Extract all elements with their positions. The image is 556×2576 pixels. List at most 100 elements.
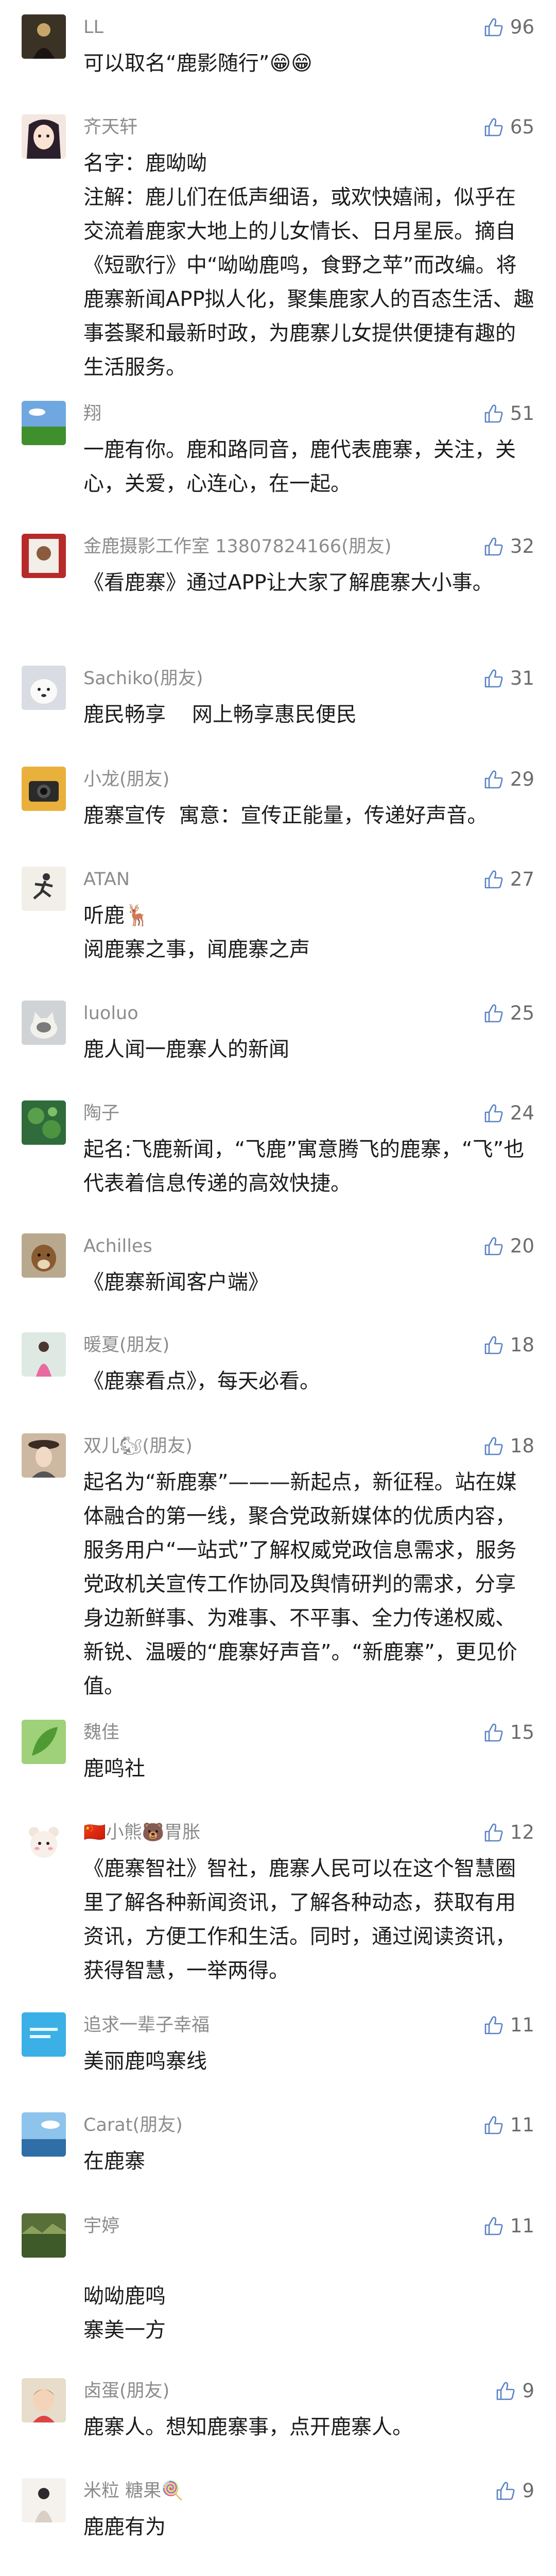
user-avatar[interactable] <box>22 1433 66 1478</box>
like-count: 32 <box>510 535 534 557</box>
user-avatar[interactable] <box>22 14 66 59</box>
like-button[interactable]: 9 <box>495 2479 534 2503</box>
user-avatar[interactable] <box>22 1001 66 1045</box>
thumbs-up-icon <box>483 1236 504 1257</box>
user-avatar[interactable] <box>22 1100 66 1145</box>
commenter-name[interactable]: Sachiko(朋友) <box>83 667 203 690</box>
like-count: 65 <box>510 116 534 138</box>
commenter-name[interactable]: 齐天轩 <box>83 115 137 139</box>
like-count: 24 <box>510 1102 534 1124</box>
thumbs-up-icon <box>483 403 504 424</box>
user-avatar[interactable] <box>22 2012 66 2057</box>
commenter-name[interactable]: Carat(朋友) <box>83 2113 183 2137</box>
user-avatar[interactable] <box>22 534 66 578</box>
like-count: 9 <box>522 2480 534 2502</box>
commenter-name[interactable]: 翔 <box>83 402 101 426</box>
like-button[interactable]: 25 <box>483 1002 534 1025</box>
thumbs-up-icon <box>483 117 504 138</box>
commenter-name[interactable]: 双儿🐿(朋友) <box>83 1434 193 1458</box>
thumbs-up-icon <box>483 769 504 790</box>
comment-text: 鹿寨宣传 寓意：宣传正能量，传递好声音。 <box>83 804 488 827</box>
user-avatar[interactable] <box>22 867 66 911</box>
like-count: 96 <box>510 16 534 38</box>
commenter-name[interactable]: 宇婷 <box>83 2214 119 2238</box>
like-button[interactable]: 31 <box>483 667 534 690</box>
thumbs-up-icon <box>483 536 504 557</box>
user-avatar[interactable] <box>22 666 66 710</box>
like-count: 11 <box>510 2014 534 2036</box>
commenter-name[interactable]: 小龙(朋友) <box>83 768 169 791</box>
comment-text: 《看鹿寨》通过APP让大家了解鹿寨大小事。 <box>83 571 493 595</box>
user-avatar[interactable] <box>22 1332 66 1377</box>
comment-text: 听鹿🦌 阅鹿寨之事，闻鹿寨之声 <box>83 904 310 961</box>
like-button[interactable]: 65 <box>483 115 534 139</box>
user-avatar[interactable] <box>22 2213 66 2258</box>
like-count: 15 <box>510 1721 534 1743</box>
comment-text: 可以取名“鹿影随行”😁😁 <box>83 52 312 75</box>
user-avatar[interactable] <box>22 2378 66 2422</box>
like-button[interactable]: 11 <box>483 2113 534 2137</box>
commenter-name[interactable]: luoluo <box>83 1002 138 1025</box>
commenter-name[interactable]: 卤蛋(朋友) <box>83 2379 169 2403</box>
like-button[interactable]: 11 <box>483 2214 534 2238</box>
commenter-name[interactable]: Achilles <box>83 1234 152 1258</box>
commenter-name[interactable]: LL <box>83 15 103 39</box>
thumbs-up-icon <box>483 2216 504 2236</box>
commenter-name[interactable]: 金鹿摄影工作室 13807824166(朋友) <box>83 535 391 558</box>
like-count: 11 <box>510 2215 534 2237</box>
like-count: 31 <box>510 667 534 689</box>
thumbs-up-icon <box>483 1822 504 1843</box>
commenter-name[interactable]: 陶子 <box>83 1101 119 1125</box>
user-avatar[interactable] <box>22 2112 66 2157</box>
commenter-name[interactable]: 魏佳 <box>83 1721 119 1744</box>
user-avatar[interactable] <box>22 2478 66 2522</box>
comment-text: 起名:飞鹿新闻，“飞鹿”寓意腾飞的鹿寨，“飞”也代表着信息传递的高效快捷。 <box>83 1138 525 1195</box>
like-button[interactable]: 51 <box>483 402 534 426</box>
comment-text: 一鹿有你。鹿和路同音，鹿代表鹿寨，关注，关心，关爱，心连心，在一起。 <box>83 438 516 496</box>
commenter-name[interactable]: 暖夏(朋友) <box>83 1333 169 1357</box>
commenter-name[interactable]: 🇨🇳小熊🐻胃胀 <box>83 1821 200 1844</box>
like-count: 12 <box>510 1821 534 1843</box>
like-button[interactable]: 11 <box>483 2013 534 2037</box>
comment-list: LL 96 可以取名“鹿影随行”😁😁 齐天轩 65 名字：鹿呦呦 注解：鹿儿们在低声细语，… <box>0 0 556 2576</box>
user-avatar[interactable] <box>22 1720 66 1764</box>
like-button[interactable]: 29 <box>483 768 534 791</box>
like-button[interactable]: 24 <box>483 1101 534 1125</box>
comment-text: 鹿民畅享 网上畅享惠民便民 <box>83 703 357 726</box>
thumbs-up-icon <box>483 869 504 890</box>
comment-text: 鹿寨人。想知鹿寨事，点开鹿寨人。 <box>83 2415 413 2439</box>
like-count: 27 <box>510 868 534 890</box>
like-button[interactable]: 12 <box>483 1821 534 1844</box>
like-count: 18 <box>510 1435 534 1457</box>
user-avatar[interactable] <box>22 401 66 445</box>
thumbs-up-icon <box>483 668 504 689</box>
like-button[interactable]: 15 <box>483 1721 534 1744</box>
thumbs-up-icon <box>495 2381 516 2401</box>
like-count: 25 <box>510 1002 534 1024</box>
user-avatar[interactable] <box>22 114 66 159</box>
comment-text: 起名为“新鹿寨”———新起点，新征程。站在媒体融合的第一线，聚合党政新媒体的优质… <box>83 1470 517 1698</box>
like-button[interactable]: 18 <box>483 1434 534 1458</box>
user-avatar[interactable] <box>22 767 66 811</box>
like-button[interactable]: 18 <box>483 1333 534 1357</box>
comment-text: 鹿鸣社 <box>83 1757 145 1781</box>
like-count: 20 <box>510 1235 534 1257</box>
like-button[interactable]: 96 <box>483 15 534 39</box>
like-button[interactable]: 20 <box>483 1234 534 1258</box>
like-button[interactable]: 9 <box>495 2379 534 2403</box>
like-button[interactable]: 32 <box>483 535 534 558</box>
commenter-name[interactable]: ATAN <box>83 868 130 891</box>
user-avatar[interactable] <box>22 1233 66 1278</box>
thumbs-up-icon <box>483 17 504 38</box>
comment-text: 《鹿寨新闻客户端》 <box>83 1270 269 1294</box>
comment-text: 在鹿寨 <box>83 2149 145 2173</box>
thumbs-up-icon <box>483 1335 504 1355</box>
commenter-name[interactable]: 米粒 糖果🍭 <box>83 2479 184 2503</box>
thumbs-up-icon <box>483 1722 504 1743</box>
like-count: 18 <box>510 1334 534 1356</box>
comment-text: 鹿人闻一鹿寨人的新闻 <box>83 1038 289 1061</box>
commenter-name[interactable]: 追求一辈子幸福 <box>83 2013 210 2037</box>
like-button[interactable]: 27 <box>483 868 534 891</box>
like-count: 9 <box>522 2380 534 2402</box>
user-avatar[interactable] <box>22 1820 66 1864</box>
